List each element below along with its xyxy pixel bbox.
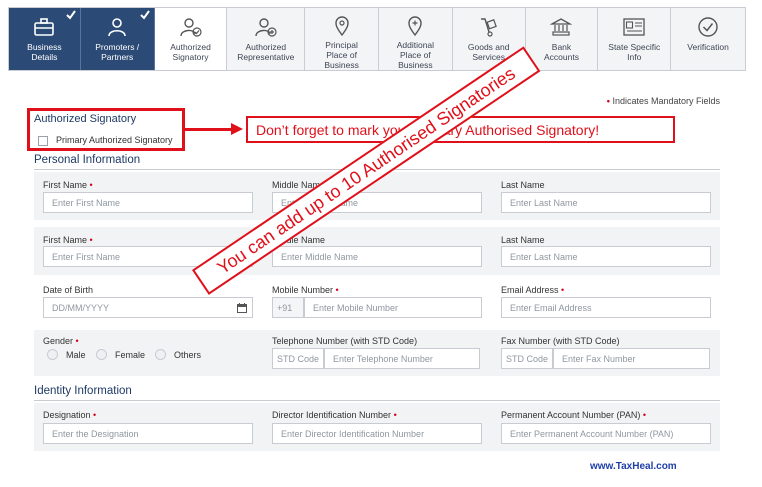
tab-label-line2: Signatory [172,52,209,62]
mobile-number-label: Mobile Number • [272,285,339,295]
last-name-input[interactable]: Enter Last Name [501,246,711,267]
gender-radio-female[interactable] [96,349,107,360]
watermark: www.TaxHeal.com [590,461,677,472]
fax-std-code-input[interactable]: STD Code [501,348,553,369]
personal-information-heading: Personal Information [34,154,141,166]
tab-label-line1: Additional [396,40,435,50]
pan-label: Permanent Account Number (PAN) • [501,410,647,420]
tab-label-line3: Business [324,60,359,70]
last-name-label: Last Name [501,235,545,245]
date-of-birth-label: Date of Birth [43,285,94,295]
tab-label-line1: Authorized [170,42,211,52]
authorized-signatory-heading: Authorized Signatory [34,113,137,125]
check-icon [139,10,150,20]
id-card-icon [622,15,646,39]
tab-label-line1: Goods and [467,42,510,52]
bank-icon [549,15,573,39]
callout-arrow-line [185,128,233,131]
tab-state-specific-info[interactable]: State Specific Info [598,8,672,70]
tab-label-line2: Place of [400,50,431,60]
tab-additional-place-of-business[interactable]: Additional Place of Business [379,8,453,70]
email-address-input[interactable]: Enter Email Address [501,297,711,318]
person-plus-icon [254,15,278,39]
tab-verification[interactable]: Verification [671,8,745,70]
callout-arrow-head [231,123,243,135]
first-name-label: First Name • [43,235,93,245]
tab-principal-place-of-business[interactable]: Principal Place of Business [305,8,379,70]
hand-truck-icon [477,15,501,39]
first-name-input[interactable]: Enter First Name [43,192,253,213]
designation-label: Designation • [43,410,97,420]
telephone-number-input[interactable]: Enter Telephone Number [324,348,480,369]
tab-bank-accounts[interactable]: Bank Accounts [526,8,599,70]
tab-label-line1: Bank [551,42,572,52]
email-address-label: Email Address • [501,285,565,295]
tab-label-line1: Business [27,42,62,52]
primary-signatory-checkbox[interactable] [38,136,48,146]
location-pin-icon [330,15,354,37]
fax-number-label: Fax Number (with STD Code) [501,336,620,346]
tab-label-line1: Principal [325,40,358,50]
telephone-std-code-input[interactable]: STD Code [272,348,324,369]
tab-label-line2: Representative [237,52,295,62]
tab-promoters-partners[interactable]: Promoters / Partners [80,8,155,70]
tab-label-line2: Place of [326,50,357,60]
tab-label-line2: Partners [101,52,134,62]
first-name-label: First Name • [43,180,93,190]
section-divider [34,400,720,401]
last-name-input[interactable]: Enter Last Name [501,192,711,213]
tab-label-line2: Accounts [543,52,579,62]
identity-information-heading: Identity Information [34,385,132,397]
designation-input[interactable]: Enter the Designation [43,423,253,444]
tab-label-line1: Verification [687,42,729,52]
calendar-icon[interactable] [237,303,247,313]
tab-label-line3: Business [398,60,433,70]
mobile-country-code: +91 [272,297,304,318]
tab-label-line1: Authorized [245,42,287,52]
gender-option-label: Male [66,350,86,360]
check-circle-icon [696,15,720,39]
registration-step-tabs: Business Details Promoters / Partners Au… [8,7,746,71]
location-plus-icon [403,15,427,37]
tab-label-line1: State Specific [608,42,661,52]
briefcase-icon [32,15,56,39]
director-identification-number-input[interactable]: Enter Director Identification Number [272,423,482,444]
pan-input[interactable]: Enter Permanent Account Number (PAN) [501,423,711,444]
primary-signatory-label: Primary Authorized Signatory [56,135,173,145]
tab-label-line1: Promoters / [95,42,140,52]
director-identification-number-label: Director Identification Number • [272,410,397,420]
person-icon [105,15,129,39]
gender-radio-male[interactable] [47,349,58,360]
last-name-label: Last Name [501,180,545,190]
mobile-number-input[interactable]: Enter Mobile Number [304,297,482,318]
date-of-birth-input[interactable]: DD/MM/YYYY [43,297,253,318]
mandatory-note-text: Indicates Mandatory Fields [612,96,720,106]
required-star: • [606,96,610,106]
tab-business-details[interactable]: Business Details [9,8,81,70]
tab-label-line2: Services [472,52,505,62]
tab-authorized-representative[interactable]: Authorized Representative [227,8,306,70]
middle-name-input[interactable]: Enter Middle Name [272,246,482,267]
gender-option-label: Female [115,350,146,360]
check-icon [66,10,76,20]
gst-registration-form: Business Details Promoters / Partners Au… [0,0,762,487]
tab-label-line2: Info [627,52,642,62]
telephone-number-label: Telephone Number (with STD Code) [272,336,418,346]
fax-number-input[interactable]: Enter Fax Number [553,348,710,369]
person-check-icon [179,15,203,39]
gender-option-label: Others [174,350,202,360]
gender-radio-others[interactable] [155,349,166,360]
date-of-birth-placeholder: DD/MM/YYYY [52,302,110,313]
tab-label-line2: Details [31,52,58,62]
mandatory-fields-note: • Indicates Mandatory Fields [607,96,720,106]
tab-authorized-signatory[interactable]: Authorized Signatory [154,8,228,70]
gender-label: Gender • [43,336,79,346]
